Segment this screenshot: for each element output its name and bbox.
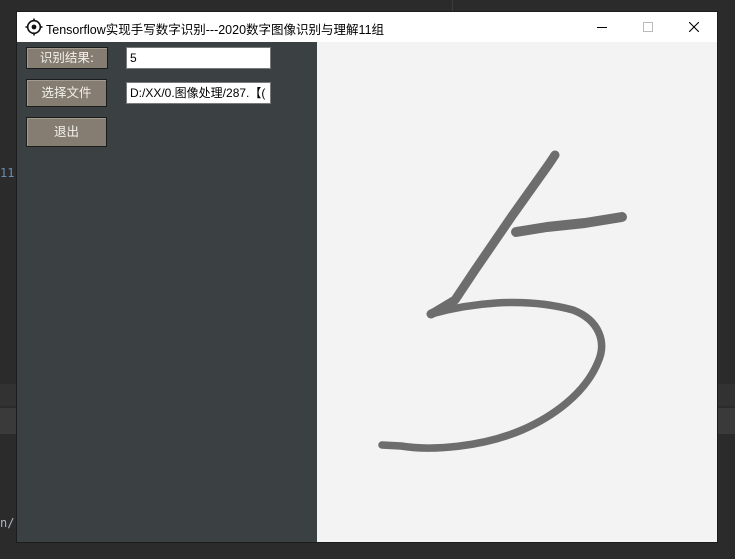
title-bar[interactable]: Tensorflow实现手写数字识别---2020数字图像识别与理解11组 — [17, 12, 717, 42]
digit-canvas[interactable] — [317, 42, 717, 542]
close-icon — [689, 22, 699, 32]
close-button[interactable] — [671, 12, 717, 42]
handwritten-digit-five — [378, 150, 627, 452]
control-panel: 识别结果: 5 选择文件 D:/XX/0.图像处理/287.【( 退出 — [17, 42, 317, 542]
app-window: Tensorflow实现手写数字识别---2020数字图像识别与理解11组 识别… — [17, 12, 717, 542]
result-field[interactable]: 5 — [126, 47, 271, 69]
result-label-button[interactable]: 识别结果: — [26, 47, 108, 69]
maximize-button[interactable] — [625, 12, 671, 42]
editor-gutter-text: n/ — [0, 516, 15, 530]
minimize-button[interactable] — [579, 12, 625, 42]
app-target-icon — [25, 18, 43, 36]
maximize-icon — [643, 22, 653, 32]
window-title: Tensorflow实现手写数字识别---2020数字图像识别与理解11组 — [46, 23, 385, 37]
select-file-button[interactable]: 选择文件 — [26, 79, 107, 107]
exit-button[interactable]: 退出 — [26, 117, 107, 147]
minimize-icon — [597, 27, 607, 28]
editor-divider — [452, 0, 453, 12]
file-path-field[interactable]: D:/XX/0.图像处理/287.【( — [126, 82, 271, 104]
